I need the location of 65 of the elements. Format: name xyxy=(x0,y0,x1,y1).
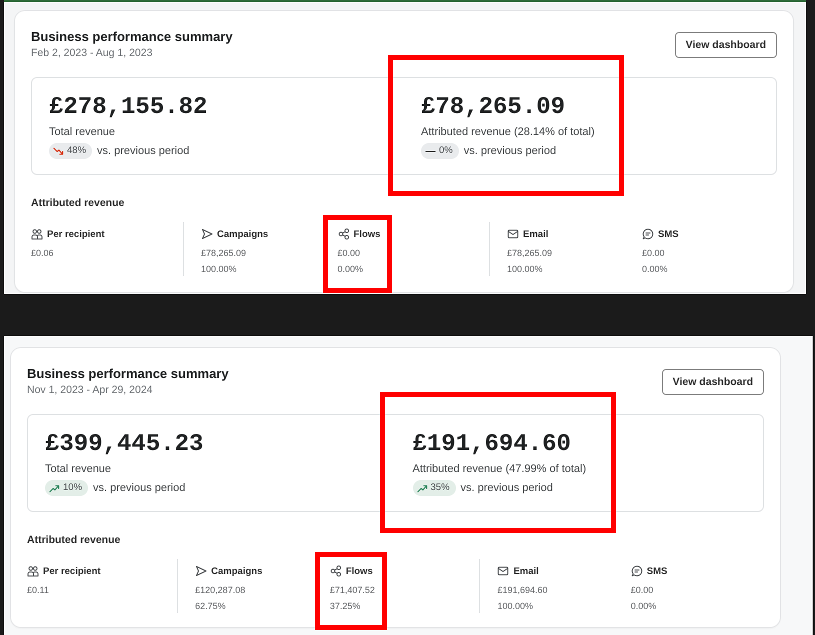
channel-share: 0.00% xyxy=(642,263,669,276)
channel-share: 100.00% xyxy=(507,263,544,276)
view-dashboard-button[interactable]: View dashboard xyxy=(662,369,764,395)
metric-label: Total revenue xyxy=(45,462,112,476)
metric-label: Attributed revenue (28.14% of total) xyxy=(421,125,595,139)
metric-value: £399,445.23 xyxy=(45,431,204,459)
channel-value: £0.11 xyxy=(27,584,50,597)
metric-value: £191,694.60 xyxy=(412,431,571,459)
channel-label: Email xyxy=(523,228,548,240)
channel-share: 0.00% xyxy=(630,600,658,613)
trend-down-icon xyxy=(53,146,64,156)
change-value: 48% xyxy=(67,145,86,157)
channel-share: 0.00% xyxy=(338,263,364,276)
trend-up-icon xyxy=(416,482,428,494)
channel-value: £78,265.09 xyxy=(507,247,552,260)
channel-label: Email xyxy=(513,566,539,576)
channel-value: £191,694.60 xyxy=(497,584,548,597)
envelope-icon xyxy=(507,228,519,240)
channel-value: £0.00 xyxy=(630,584,654,597)
metric-value: £78,265.09 xyxy=(421,94,566,122)
envelope-icon xyxy=(497,565,510,577)
send-icon xyxy=(195,565,208,577)
change-value: 35% xyxy=(430,482,450,494)
channel-label: SMS xyxy=(646,566,668,576)
channel-label: Per recipient xyxy=(47,228,105,240)
date-range: Feb 2, 2023 - Aug 1, 2023 xyxy=(31,46,154,60)
channel-value: £0.06 xyxy=(31,247,55,260)
channel-label: Per recipient xyxy=(43,566,101,576)
channel-share: 100.00% xyxy=(201,263,238,276)
channel-label: Flows xyxy=(346,566,373,576)
people-icon xyxy=(27,565,39,577)
view-dashboard-button[interactable]: View dashboard xyxy=(674,32,777,58)
card-title: Business performance summary xyxy=(27,366,229,382)
channel-value: £120,287.08 xyxy=(195,584,246,597)
section-title: Attributed revenue xyxy=(31,196,126,210)
section-title: Attributed revenue xyxy=(27,533,122,547)
channel-value: £0.00 xyxy=(642,247,666,260)
comparison-text: vs. previous period xyxy=(97,144,190,158)
channel-label: Campaigns xyxy=(211,566,262,576)
chat-bubble-icon xyxy=(630,565,643,577)
date-range: Nov 1, 2023 - Apr 29, 2024 xyxy=(27,383,154,397)
metric-value: £278,155.82 xyxy=(49,94,208,122)
nodes-icon xyxy=(338,228,350,240)
channel-value: £71,407.52 xyxy=(330,584,375,597)
change-value: 10% xyxy=(63,482,82,494)
people-icon xyxy=(31,228,43,240)
channel-label: Campaigns xyxy=(217,228,268,240)
nodes-icon xyxy=(330,565,342,577)
metric-label: Attributed revenue (47.99% of total) xyxy=(412,462,586,476)
comparison-text: vs. previous period xyxy=(93,481,186,495)
channel-value: £0.00 xyxy=(338,247,362,260)
channel-label: SMS xyxy=(658,228,679,240)
metric-label: Total revenue xyxy=(49,125,116,139)
comparison-text: vs. previous period xyxy=(460,481,553,495)
channel-share: 100.00% xyxy=(497,600,534,613)
comparison-text: vs. previous period xyxy=(464,144,556,158)
card-title: Business performance summary xyxy=(31,29,233,45)
trend-up-icon xyxy=(49,482,60,494)
chat-bubble-icon xyxy=(642,228,654,240)
change-value: 0% xyxy=(439,145,453,157)
channel-share: 62.75% xyxy=(195,600,227,613)
channel-label: Flows xyxy=(354,228,380,240)
channel-value: £78,265.09 xyxy=(201,247,248,260)
channel-share: 37.25% xyxy=(330,600,362,613)
send-icon xyxy=(201,228,213,240)
